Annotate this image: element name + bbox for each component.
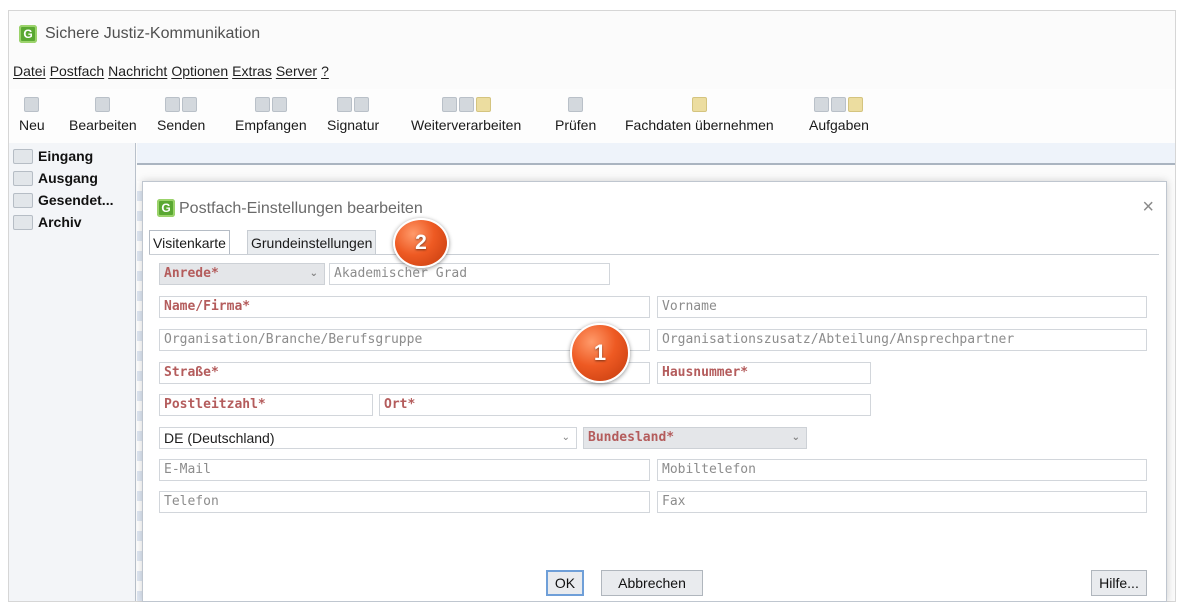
anrede-select[interactable]: Anrede* ⌄: [159, 263, 325, 285]
sent-icon: [13, 192, 33, 208]
name-firma-field[interactable]: Name/Firma*: [159, 296, 650, 318]
signature-check-icon: [354, 96, 370, 112]
sidebar-item-gesendet[interactable]: Gesendet...: [13, 189, 113, 211]
task-icon: [814, 96, 830, 112]
signature-icon: [337, 96, 353, 112]
menu-nachricht[interactable]: Nachricht: [108, 63, 167, 79]
cancel-button[interactable]: Abbrechen: [601, 570, 703, 596]
menu-help[interactable]: ?: [321, 63, 329, 79]
postfach-settings-dialog: G Postfach-Einstellungen bearbeiten × Vi…: [142, 181, 1167, 602]
toolbar-neu-button[interactable]: Neu: [19, 89, 45, 143]
callout-badge-2: 2: [393, 218, 449, 268]
receive-all-icon: [271, 96, 287, 112]
sidebar-item-eingang[interactable]: Eingang: [13, 145, 93, 167]
tab-grundeinstellungen[interactable]: Grundeinstellungen: [247, 230, 377, 254]
toolbar-fachdaten-button[interactable]: Fachdaten übernehmen: [625, 89, 774, 143]
dialog-logo-icon: G: [157, 199, 175, 217]
task-list-icon: [831, 96, 847, 112]
menu-extras[interactable]: Extras: [232, 63, 272, 79]
message-list-header: [137, 143, 1175, 165]
sidebar-item-archiv[interactable]: Archiv: [13, 211, 82, 233]
ort-field[interactable]: Ort*: [379, 394, 871, 416]
menu-optionen[interactable]: Optionen: [171, 63, 228, 79]
inbox-icon: [13, 148, 33, 164]
postleitzahl-field[interactable]: Postleitzahl*: [159, 394, 373, 416]
chevron-down-icon: ⌄: [561, 432, 570, 443]
dialog-title: Postfach-Einstellungen bearbeiten: [179, 200, 423, 217]
fax-field[interactable]: Fax: [657, 491, 1147, 513]
process-icon: [458, 96, 474, 112]
callout-badge-1: 1: [570, 323, 630, 383]
toolbar-pruefen-button[interactable]: Prüfen: [555, 89, 596, 143]
outbox-icon: [13, 170, 33, 186]
toolbar-senden-button[interactable]: Senden: [157, 89, 205, 143]
akademischer-grad-field[interactable]: Akademischer Grad: [329, 263, 610, 285]
send-all-icon: [182, 96, 198, 112]
sidebar-item-ausgang[interactable]: Ausgang: [13, 167, 98, 189]
verify-icon: [568, 96, 584, 112]
new-message-icon: [24, 96, 40, 112]
toolbar-empfangen-button[interactable]: Empfangen: [235, 89, 307, 143]
forward-icon: [441, 96, 457, 112]
close-icon[interactable]: ×: [1142, 196, 1154, 219]
telefon-field[interactable]: Telefon: [159, 491, 650, 513]
tab-visitenkarte[interactable]: Visitenkarte: [149, 230, 230, 254]
chevron-down-icon: ⌄: [309, 268, 318, 279]
bundesland-select[interactable]: Bundesland* ⌄: [583, 427, 807, 449]
toolbar-bearbeiten-button[interactable]: Bearbeiten: [69, 89, 137, 143]
tab-divider: [149, 254, 1159, 255]
edit-icon: [95, 96, 111, 112]
folder-icon: [475, 96, 491, 112]
receive-icon: [254, 96, 270, 112]
folder-sidebar: Eingang Ausgang Gesendet... Archiv: [9, 143, 136, 601]
hausnummer-field[interactable]: Hausnummer*: [657, 362, 871, 384]
menu-datei[interactable]: Datei: [13, 63, 46, 79]
email-field[interactable]: E-Mail: [159, 459, 650, 481]
land-select[interactable]: DE (Deutschland) ⌄: [159, 427, 577, 449]
send-icon: [165, 96, 181, 112]
toolbar-aufgaben-button[interactable]: Aufgaben: [809, 89, 869, 143]
import-data-icon: [691, 96, 707, 112]
app-logo-icon: G: [19, 25, 37, 43]
mobiltelefon-field[interactable]: Mobiltelefon: [657, 459, 1147, 481]
chevron-down-icon: ⌄: [791, 432, 800, 443]
archive-icon: [13, 214, 33, 230]
menu-bar: Datei Postfach Nachricht Optionen Extras…: [13, 63, 329, 79]
toolbar-weiterverarbeiten-button[interactable]: Weiterverarbeiten: [411, 89, 521, 143]
task-folder-icon: [848, 96, 864, 112]
ok-button[interactable]: OK: [546, 570, 584, 596]
menu-postfach[interactable]: Postfach: [50, 63, 104, 79]
window-title: Sichere Justiz-Kommunikation: [45, 25, 261, 42]
toolbar-signatur-button[interactable]: Signatur: [327, 89, 379, 143]
menu-server[interactable]: Server: [276, 63, 317, 79]
help-button[interactable]: Hilfe...: [1091, 570, 1147, 596]
organisationszusatz-field[interactable]: Organisationszusatz/Abteilung/Ansprechpa…: [657, 329, 1147, 351]
vorname-field[interactable]: Vorname: [657, 296, 1147, 318]
toolbar: Neu Bearbeiten Senden Empfangen Signatur…: [9, 89, 1175, 143]
